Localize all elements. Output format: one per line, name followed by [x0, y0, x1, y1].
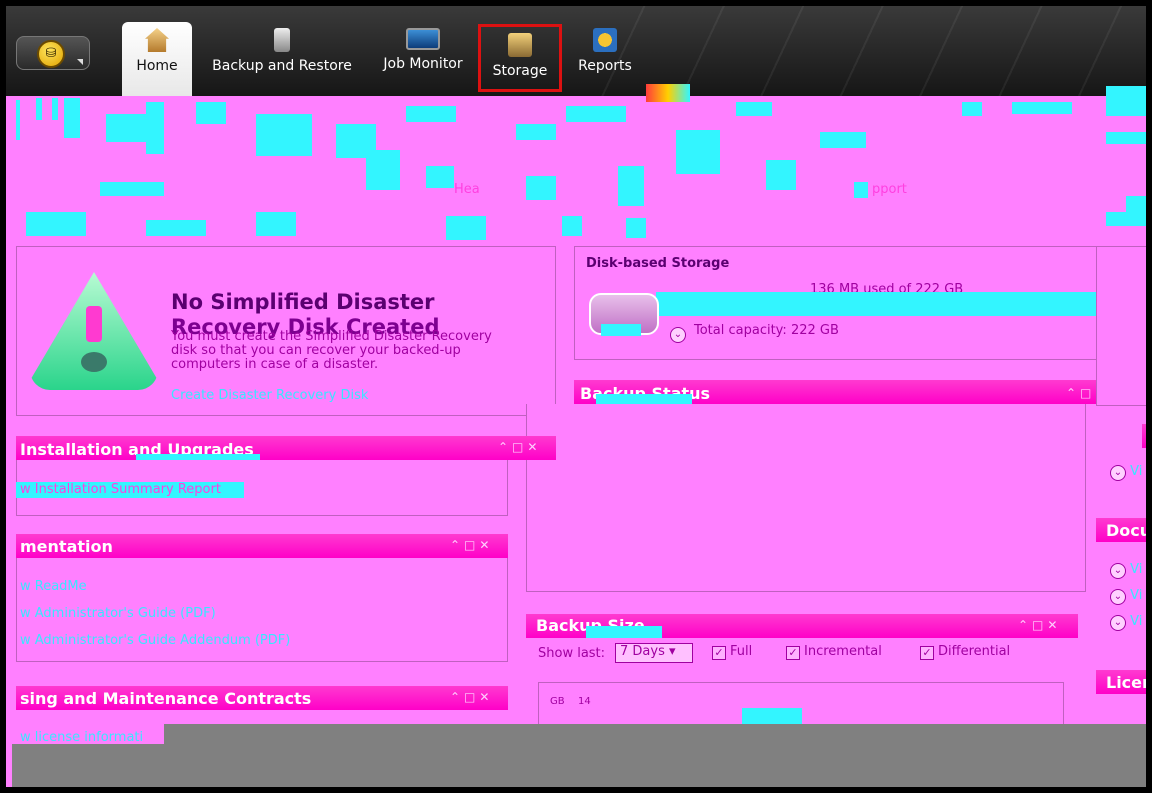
readme-link[interactable]: w ReadMe	[20, 579, 87, 594]
redacted-area-left	[12, 744, 172, 787]
chart-y-unit: GB	[550, 696, 565, 707]
admin-guide-link[interactable]: w Administrator's Guide (PDF)	[20, 606, 216, 621]
health-label: Hea	[454, 182, 480, 197]
licen-title: Licen	[1106, 673, 1152, 692]
right-view-link-2[interactable]: ⌄ Vi	[1110, 562, 1142, 579]
period-select[interactable]: 7 Days ▾	[615, 643, 693, 663]
incremental-checkbox[interactable]: ✓	[786, 646, 800, 660]
right-view-link-1[interactable]: ⌄ Vi	[1110, 464, 1142, 481]
licensing-title: sing and Maintenance Contracts	[20, 689, 312, 708]
database-coin-icon: ⛁	[37, 40, 65, 68]
create-disaster-recovery-disk-link[interactable]: Create Disaster Recovery Disk	[171, 388, 368, 403]
backup-status-body	[526, 404, 1086, 592]
right-panel-top	[1096, 246, 1146, 406]
storage-icon	[508, 33, 532, 57]
disk-storage-title: Disk-based Storage	[586, 256, 730, 271]
expand-capacity-button[interactable]: ⌄	[670, 322, 686, 343]
tab-storage[interactable]: Storage	[478, 24, 562, 92]
license-info-link[interactable]: w license informati	[20, 730, 143, 745]
server-icon	[274, 28, 290, 52]
chevron-down-icon	[77, 59, 83, 65]
warning-triangle-icon	[30, 272, 158, 390]
admin-guide-addendum-link[interactable]: w Administrator's Guide Addendum (PDF)	[20, 633, 290, 648]
installation-summary-link[interactable]: w Installation Summary Report	[20, 482, 221, 497]
chevron-down-icon: ⌄	[670, 327, 686, 343]
full-label: Full	[730, 644, 753, 659]
alert-message: You must create the Simplified Disaster …	[171, 329, 492, 372]
monitor-icon	[406, 28, 440, 50]
incremental-label: Incremental	[804, 644, 882, 659]
total-capacity-text: Total capacity: 222 GB	[694, 323, 839, 338]
reports-icon	[593, 28, 617, 52]
right-view-link-4[interactable]: ⌄ Vi	[1110, 614, 1142, 631]
redacted-area	[164, 724, 1146, 787]
documentation-title: mentation	[20, 537, 113, 556]
application-menu-button[interactable]: ⛁	[16, 36, 90, 70]
backup-size-panel-controls[interactable]: ⌃□✕	[1018, 618, 1061, 632]
full-checkbox[interactable]: ✓	[712, 646, 726, 660]
house-icon	[145, 28, 169, 52]
installation-panel-controls[interactable]: ⌃□✕	[498, 440, 541, 454]
support-label: pport	[872, 182, 907, 197]
tab-job-monitor[interactable]: Job Monitor	[374, 22, 472, 92]
usage-bar	[656, 292, 1126, 316]
documentation-panel-controls[interactable]: ⌃□✕	[450, 538, 493, 552]
right-view-link-3[interactable]: ⌄ Vi	[1110, 588, 1142, 605]
licensing-panel-controls[interactable]: ⌃□✕	[450, 690, 493, 704]
tab-reports[interactable]: Reports	[568, 22, 642, 92]
tab-backup-and-restore[interactable]: Backup and Restore	[202, 22, 362, 92]
tab-home[interactable]: Home	[122, 22, 192, 96]
differential-checkbox[interactable]: ✓	[920, 646, 934, 660]
show-last-label: Show last:	[538, 646, 606, 661]
differential-label: Differential	[938, 644, 1011, 659]
application-window: ⛁ Home Backup and Restore Job Monitor St…	[0, 0, 1152, 793]
chart-y-tick: 14	[578, 696, 591, 707]
docu-title: Docu	[1106, 521, 1152, 540]
